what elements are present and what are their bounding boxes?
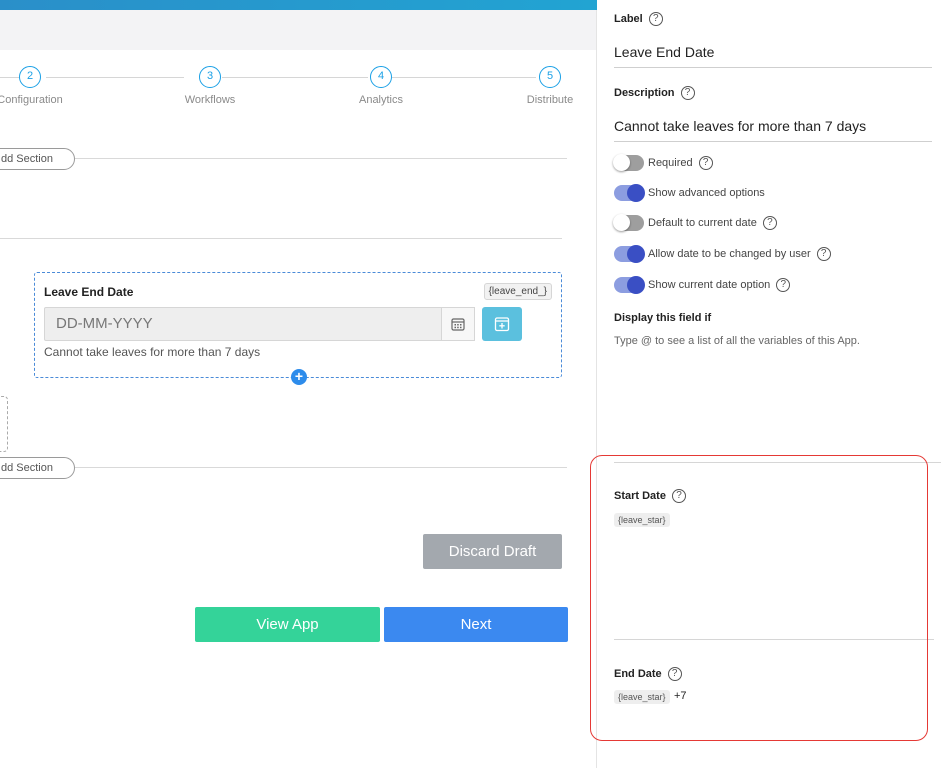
step-analytics[interactable]: 4 Analytics — [341, 66, 421, 106]
step-label: Analytics — [358, 94, 404, 106]
help-icon[interactable]: ? — [762, 216, 777, 230]
toggle-label: Show current date option — [648, 279, 771, 291]
toggle-label: Allow date to be changed by user — [648, 248, 811, 260]
toggle-required[interactable]: Required? — [613, 154, 713, 172]
label-heading-text: Label — [614, 12, 643, 25]
calendar-icon[interactable] — [441, 307, 475, 341]
toggle-label: Show advanced options — [648, 187, 765, 199]
section-divider — [75, 467, 567, 468]
field-help-text: Cannot take leaves for more than 7 days — [44, 345, 261, 359]
step-configuration[interactable]: 2 Configuration — [0, 66, 70, 106]
section-divider — [75, 158, 567, 159]
date-input[interactable]: DD-MM-YYYY — [44, 307, 451, 341]
toggle-show-current-date-option[interactable]: Show current date option? — [614, 276, 791, 294]
help-icon[interactable]: ? — [776, 278, 791, 292]
builder-canvas: 2 Configuration 3 Workflows 4 Analytics … — [0, 10, 596, 768]
toggle-allow-date-change[interactable]: Allow date to be changed by user? — [614, 245, 831, 263]
description-heading-text: Description — [614, 86, 675, 99]
toggle-default-current-date[interactable]: Default to current date? — [613, 214, 777, 232]
toggle-show-advanced-options[interactable]: Show advanced options — [614, 184, 765, 202]
step-label: Configuration — [0, 94, 63, 106]
next-button[interactable]: Next — [384, 607, 568, 642]
step-distribute[interactable]: 5 Distribute — [510, 66, 590, 106]
help-icon[interactable]: ? — [816, 247, 831, 261]
step-workflows[interactable]: 3 Workflows — [170, 66, 250, 106]
description-heading: Description? — [614, 86, 695, 100]
step-label: Workflows — [184, 94, 236, 106]
leave-end-date-field[interactable]: Leave End Date {leave_end_} DD-MM-YYYY C… — [34, 272, 562, 385]
view-app-button[interactable]: View App — [195, 607, 380, 642]
add-field-plus-icon[interactable]: + — [291, 369, 307, 385]
toggle-switch[interactable] — [614, 184, 645, 202]
header-band — [0, 10, 596, 50]
step-number: 3 — [199, 66, 221, 88]
toggle-switch[interactable] — [614, 276, 645, 294]
description-input[interactable]: Cannot take leaves for more than 7 days — [614, 118, 866, 134]
add-section-button[interactable]: dd Section — [0, 457, 75, 479]
toggle-label: Required — [648, 157, 693, 169]
input-underline — [614, 67, 932, 68]
help-icon[interactable]: ? — [698, 156, 713, 170]
label-input[interactable]: Leave End Date — [614, 44, 714, 60]
add-section-button[interactable]: dd Section — [0, 148, 75, 170]
calendar-add-button[interactable] — [482, 307, 522, 341]
toggle-switch[interactable] — [614, 245, 645, 263]
label-heading: Label? — [614, 12, 663, 26]
display-if-input[interactable]: Type @ to see a list of all the variable… — [614, 335, 860, 347]
toggle-label: Default to current date — [648, 217, 757, 229]
calendar-plus-icon — [494, 317, 510, 332]
toggle-switch[interactable] — [613, 154, 644, 171]
field-title: Leave End Date — [44, 285, 134, 299]
step-label: Distribute — [526, 94, 574, 106]
collapsed-field-edge — [0, 396, 8, 452]
help-icon[interactable]: ? — [680, 86, 695, 100]
input-underline — [614, 141, 932, 142]
toggle-switch[interactable] — [613, 214, 644, 231]
step-number: 4 — [370, 66, 392, 88]
discard-draft-button[interactable]: Discard Draft — [423, 534, 562, 569]
step-number: 5 — [539, 66, 561, 88]
variable-tag: {leave_end_} — [483, 283, 552, 300]
help-icon[interactable]: ? — [648, 12, 663, 26]
step-number: 2 — [19, 66, 41, 88]
display-if-heading: Display this field if — [614, 312, 712, 324]
section-divider — [0, 238, 562, 239]
highlight-annotation — [590, 455, 928, 741]
